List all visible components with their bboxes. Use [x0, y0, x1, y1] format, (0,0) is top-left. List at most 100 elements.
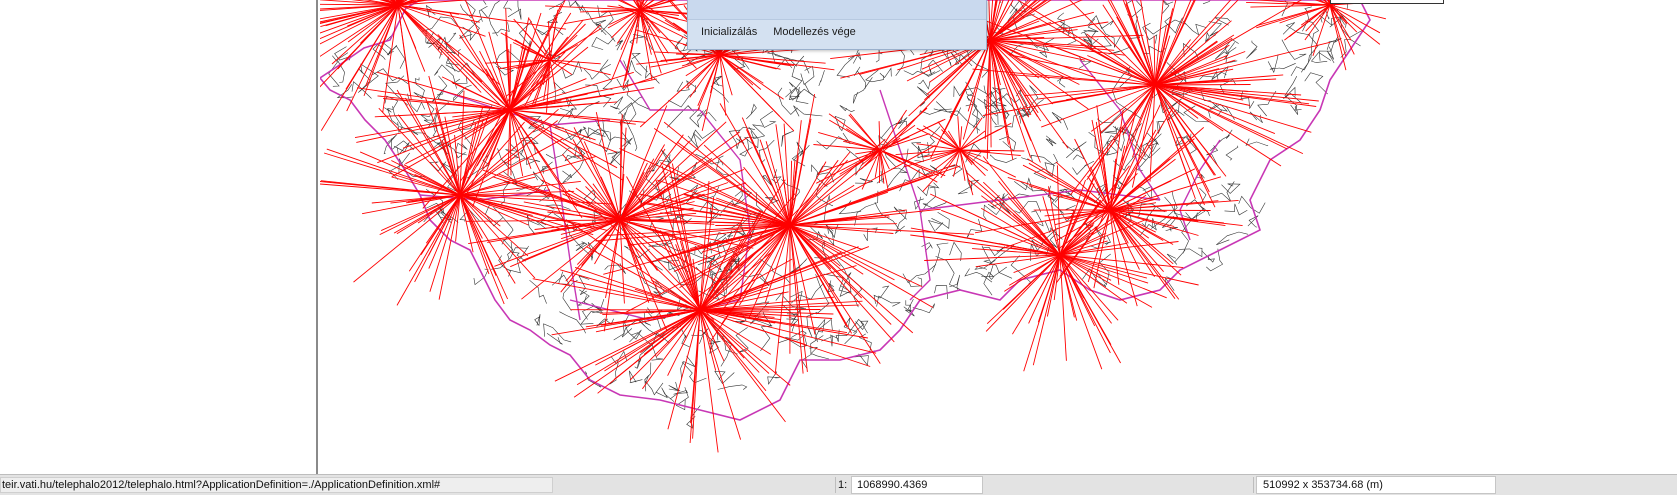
district-border [932, 242, 949, 273]
flow-line [959, 149, 989, 172]
flow-line [1024, 84, 1156, 97]
district-border [616, 78, 629, 91]
district-border [827, 280, 835, 293]
district-border [1221, 183, 1241, 194]
district-border [545, 147, 573, 159]
flow-line [986, 39, 991, 159]
flow-line [1109, 209, 1211, 211]
menu-item-inicializalas[interactable]: Inicializálás [701, 26, 757, 38]
district-border [1044, 153, 1058, 171]
flow-line [639, 9, 669, 54]
district-border [1246, 40, 1258, 59]
district-border [631, 52, 648, 73]
district-border [966, 218, 983, 238]
map-canvas[interactable] [320, 0, 1677, 474]
district-border [863, 227, 878, 242]
flow-line [985, 254, 1061, 332]
district-border [910, 142, 924, 162]
county-border-outline [320, 0, 1371, 421]
flow-line [523, 201, 621, 221]
flow-line [1304, 4, 1331, 41]
district-border [983, 260, 1013, 279]
flow-line [989, 39, 1069, 149]
flow-line [989, 39, 992, 148]
district-border [949, 241, 962, 262]
flow-line [1009, 74, 1156, 86]
district-border [834, 256, 852, 293]
district-border [931, 211, 950, 229]
district-border [1300, 33, 1319, 73]
district-border [1051, 112, 1069, 130]
flow-line [692, 309, 701, 439]
district-border [785, 87, 800, 101]
flow-line [500, 32, 551, 61]
district-border [1304, 72, 1328, 95]
flow-line [699, 309, 786, 423]
district-border [644, 379, 664, 396]
flow-line [421, 109, 511, 130]
district-border [534, 314, 541, 327]
county-border [1179, 139, 1221, 241]
district-border [935, 256, 962, 291]
flow-line [699, 309, 719, 453]
district-border [964, 268, 993, 283]
flow-line [428, 194, 461, 269]
status-divider [835, 477, 836, 493]
scale-input[interactable]: 1068990.4369 [851, 476, 983, 494]
district-border [503, 0, 512, 11]
district-border [543, 323, 572, 343]
flow-line [562, 193, 621, 221]
district-border [629, 370, 643, 384]
district-border [1209, 181, 1235, 202]
flow-line [437, 34, 511, 111]
flow-line [937, 121, 961, 151]
flow-line [509, 109, 512, 176]
district-border [1104, 235, 1111, 246]
menu-item-modellezes-vege[interactable]: Modellezés vége [773, 26, 856, 38]
flow-line [959, 117, 983, 151]
district-border [927, 220, 944, 233]
district-border [1178, 247, 1203, 258]
district-border [746, 103, 757, 120]
district-border [750, 124, 766, 140]
map-label-box [1330, 0, 1444, 4]
flow-line [353, 194, 461, 283]
status-url: teir.vati.hu/telephalo2012/telephalo.htm… [0, 477, 553, 493]
district-border [452, 75, 468, 84]
flow-line [655, 179, 701, 311]
district-border [934, 285, 948, 300]
map-extent-readout: 510992 x 353734.68 (m) [1256, 476, 1496, 494]
flow-line [789, 224, 804, 374]
district-border [597, 5, 614, 33]
district-border [988, 263, 1007, 280]
district-border [839, 105, 855, 113]
flow-line [396, 194, 461, 306]
district-border [1281, 39, 1307, 60]
flow-line [507, 109, 511, 177]
flow-line [1109, 209, 1176, 299]
district-border [1225, 145, 1239, 161]
district-border [818, 70, 825, 87]
flow-line [509, 43, 512, 111]
district-border [591, 36, 615, 50]
district-border [669, 390, 688, 400]
district-border [875, 49, 883, 63]
modelling-dialog: Inicializálás Modellezés vége [687, 0, 987, 50]
district-border [767, 371, 780, 385]
district-border [1182, 20, 1207, 36]
district-border [578, 275, 590, 295]
district-border [391, 138, 414, 151]
flow-line [397, 4, 412, 100]
flow-line [629, 309, 701, 381]
flow-line [459, 156, 596, 196]
district-border [918, 79, 931, 90]
flow-line [1109, 209, 1243, 227]
district-border [383, 134, 397, 155]
flow-line [397, 4, 501, 106]
flow-line [878, 149, 881, 184]
district-border [1166, 250, 1186, 265]
dialog-content [688, 0, 986, 20]
district-border [949, 274, 960, 290]
flow-line [879, 133, 930, 151]
flow-line [639, 54, 721, 128]
